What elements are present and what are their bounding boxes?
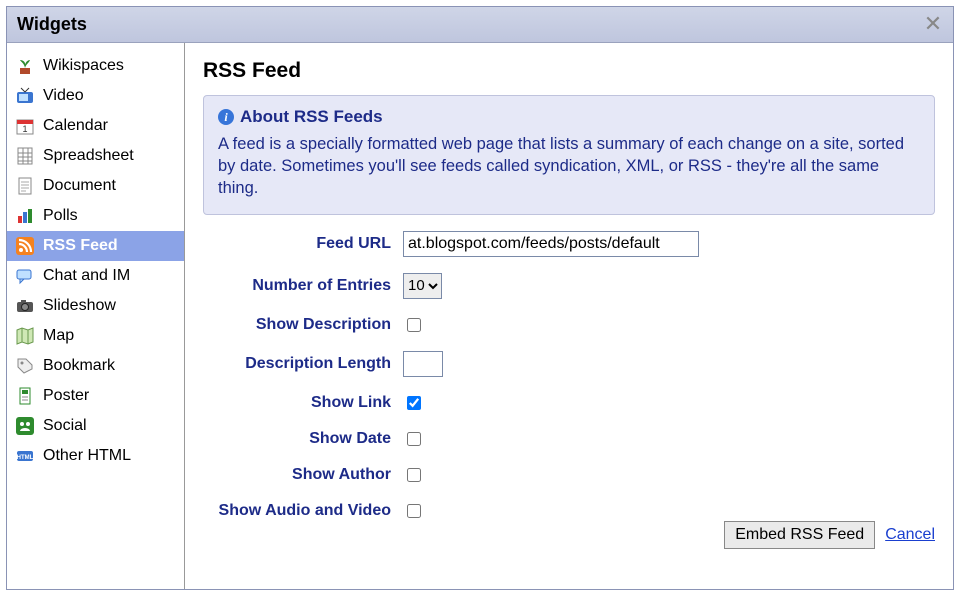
sidebar-item-label: Map xyxy=(43,327,74,345)
show-link-label: Show Link xyxy=(203,394,403,412)
row-show-date: Show Date xyxy=(203,429,935,449)
show-link-checkbox[interactable] xyxy=(407,396,421,410)
sidebar-item-calendar[interactable]: 1 Calendar xyxy=(7,111,184,141)
tv-icon xyxy=(15,86,35,106)
show-description-label: Show Description xyxy=(203,316,403,334)
sidebar-item-label: Social xyxy=(43,417,87,435)
show-date-label: Show Date xyxy=(203,430,403,448)
row-feed-url: Feed URL xyxy=(203,231,935,257)
row-description-length: Description Length xyxy=(203,351,935,377)
sidebar-item-label: Chat and IM xyxy=(43,267,130,285)
map-icon xyxy=(15,326,35,346)
close-icon[interactable]: ✕ xyxy=(921,13,945,37)
sheet-icon xyxy=(15,146,35,166)
sidebar: Wikispaces Video 1 Calendar Spreadsheet Docum… xyxy=(7,43,185,589)
poster-icon xyxy=(15,386,35,406)
camera-icon xyxy=(15,296,35,316)
svg-text:1: 1 xyxy=(22,124,27,134)
sidebar-item-video[interactable]: Video xyxy=(7,81,184,111)
row-num-entries: Number of Entries 10 xyxy=(203,273,935,299)
sidebar-item-chat-and-im[interactable]: Chat and IM xyxy=(7,261,184,291)
sidebar-item-bookmark[interactable]: Bookmark xyxy=(7,351,184,381)
num-entries-select[interactable]: 10 xyxy=(403,273,442,299)
main-panel: RSS Feed i About RSS Feeds A feed is a s… xyxy=(185,43,953,589)
tag-icon xyxy=(15,356,35,376)
sidebar-item-label: Poster xyxy=(43,387,89,405)
sidebar-item-social[interactable]: Social xyxy=(7,411,184,441)
sidebar-item-slideshow[interactable]: Slideshow xyxy=(7,291,184,321)
num-entries-label: Number of Entries xyxy=(203,277,403,295)
show-description-checkbox[interactable] xyxy=(407,318,421,332)
sidebar-item-label: Bookmark xyxy=(43,357,115,375)
row-show-link: Show Link xyxy=(203,393,935,413)
calendar-icon: 1 xyxy=(15,116,35,136)
social-icon xyxy=(15,416,35,436)
svg-text:HTML: HTML xyxy=(17,455,34,461)
sidebar-item-polls[interactable]: Polls xyxy=(7,201,184,231)
embed-button[interactable]: Embed RSS Feed xyxy=(724,521,875,549)
feed-url-label: Feed URL xyxy=(203,235,403,253)
about-title: About RSS Feeds xyxy=(240,106,383,129)
sidebar-item-label: Slideshow xyxy=(43,297,116,315)
sidebar-item-label: Other HTML xyxy=(43,447,131,465)
sidebar-item-label: Polls xyxy=(43,207,78,225)
sidebar-item-label: RSS Feed xyxy=(43,237,118,255)
row-show-av: Show Audio and Video xyxy=(203,501,935,521)
page-title: RSS Feed xyxy=(203,59,935,83)
chat-icon xyxy=(15,266,35,286)
sidebar-item-poster[interactable]: Poster xyxy=(7,381,184,411)
dialog-title: Widgets xyxy=(17,14,87,35)
show-author-label: Show Author xyxy=(203,466,403,484)
show-av-checkbox[interactable] xyxy=(407,504,421,518)
titlebar: Widgets ✕ xyxy=(7,7,953,43)
html-icon: HTML xyxy=(15,446,35,466)
sidebar-item-document[interactable]: Document xyxy=(7,171,184,201)
rss-icon xyxy=(15,236,35,256)
cancel-link[interactable]: Cancel xyxy=(885,526,935,544)
sidebar-item-map[interactable]: Map xyxy=(7,321,184,351)
sidebar-item-other-html[interactable]: HTML Other HTML xyxy=(7,441,184,471)
sidebar-item-label: Spreadsheet xyxy=(43,147,134,165)
widgets-dialog: Widgets ✕ Wikispaces Video 1 Calendar Spread… xyxy=(6,6,954,590)
show-author-checkbox[interactable] xyxy=(407,468,421,482)
description-length-label: Description Length xyxy=(203,355,403,373)
sidebar-item-label: Wikispaces xyxy=(43,57,124,75)
sidebar-item-rss-feed[interactable]: RSS Feed xyxy=(7,231,184,261)
sidebar-item-label: Calendar xyxy=(43,117,108,135)
plant-icon xyxy=(15,56,35,76)
bars-icon xyxy=(15,206,35,226)
dialog-body: Wikispaces Video 1 Calendar Spreadsheet Docum… xyxy=(7,43,953,589)
about-box: i About RSS Feeds A feed is a specially … xyxy=(203,95,935,215)
row-show-description: Show Description xyxy=(203,315,935,335)
info-icon: i xyxy=(218,109,234,125)
doc-icon xyxy=(15,176,35,196)
feed-url-input[interactable] xyxy=(403,231,699,257)
sidebar-item-label: Document xyxy=(43,177,116,195)
sidebar-item-label: Video xyxy=(43,87,84,105)
about-title-row: i About RSS Feeds xyxy=(218,106,920,129)
about-body: A feed is a specially formatted web page… xyxy=(218,133,920,200)
footer: Embed RSS Feed Cancel xyxy=(724,521,935,549)
sidebar-item-spreadsheet[interactable]: Spreadsheet xyxy=(7,141,184,171)
sidebar-item-wikispaces[interactable]: Wikispaces xyxy=(7,51,184,81)
row-show-author: Show Author xyxy=(203,465,935,485)
show-av-label: Show Audio and Video xyxy=(203,502,403,520)
show-date-checkbox[interactable] xyxy=(407,432,421,446)
description-length-input[interactable] xyxy=(403,351,443,377)
